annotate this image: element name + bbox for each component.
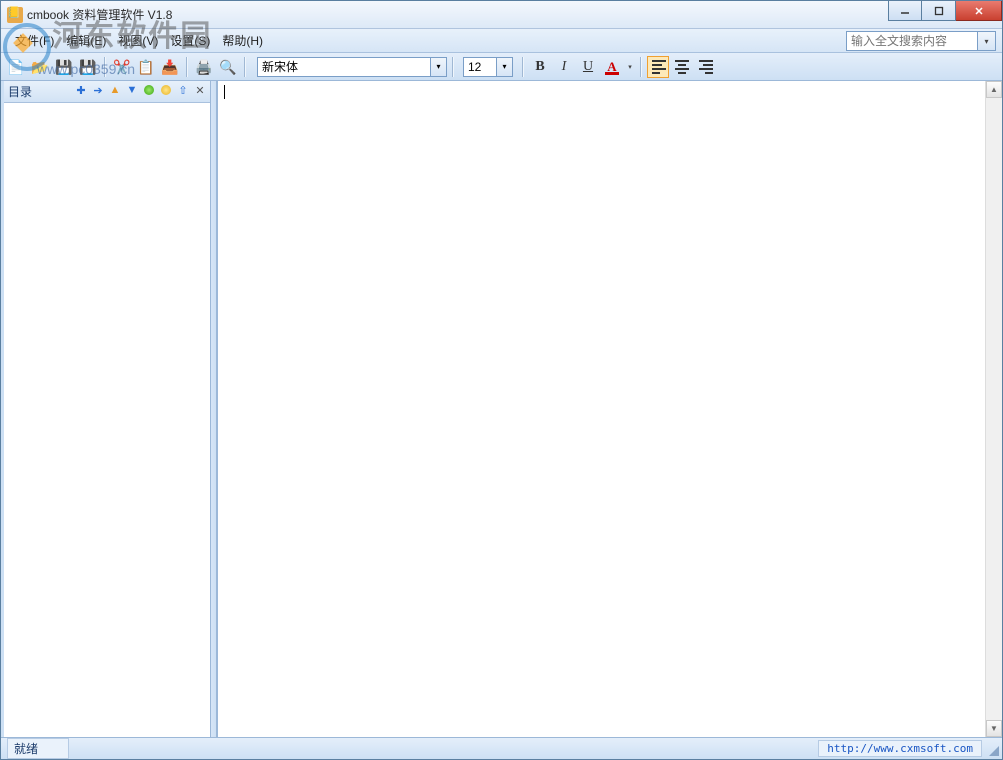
copy-icon: 📋	[137, 60, 154, 74]
sidebar-pin-button[interactable]: ⇧	[175, 82, 191, 98]
toolbar-separator	[104, 57, 106, 77]
toolbar: 📄 📂 💾 💾 ✂️ 📋 📥 🖨️ 🔍 新宋体 ▾ 12 ▾ B I U A ▾	[1, 53, 1002, 81]
resize-grip-icon[interactable]	[986, 743, 1000, 757]
sidebar-title: 目录	[8, 83, 32, 100]
tree-yellow-button[interactable]	[158, 82, 174, 98]
search-input[interactable]	[846, 31, 978, 51]
menu-settings[interactable]: 设置(S)	[164, 29, 216, 52]
sidebar: 目录 ✚ ➔ ▲ ▼ ⇧ ✕	[1, 81, 211, 737]
font-color-dropdown[interactable]: ▾	[625, 56, 635, 78]
window-controls	[888, 1, 1002, 21]
cut-button[interactable]: ✂️	[111, 56, 133, 78]
italic-button[interactable]: I	[553, 56, 575, 78]
save-icon: 💾	[55, 60, 72, 74]
chevron-down-icon: ▾	[496, 58, 512, 76]
tree-green-button[interactable]	[141, 82, 157, 98]
new-icon: 📄	[7, 60, 24, 74]
tree-add-button[interactable]: ✚	[73, 82, 89, 98]
green-dot-icon	[144, 85, 154, 95]
sidebar-tools: ✚ ➔ ▲ ▼ ⇧ ✕	[73, 82, 208, 98]
statusbar: 就绪 http://www.cxmsoft.com	[1, 737, 1002, 759]
align-left-button[interactable]	[647, 56, 669, 78]
toolbar-separator	[522, 57, 524, 77]
preview-icon: 🔍	[219, 60, 236, 74]
menu-help[interactable]: 帮助(H)	[216, 29, 269, 52]
status-url[interactable]: http://www.cxmsoft.com	[818, 740, 982, 757]
bold-button[interactable]: B	[529, 56, 551, 78]
new-button[interactable]: 📄	[5, 56, 27, 78]
tree-up-button[interactable]: ▲	[107, 82, 123, 98]
yellow-dot-icon	[161, 85, 171, 95]
font-family-select[interactable]: 新宋体 ▾	[257, 57, 447, 77]
tree-down-button[interactable]: ▼	[124, 82, 140, 98]
open-button[interactable]: 📂	[29, 56, 51, 78]
search-dropdown-icon[interactable]: ▾	[978, 31, 996, 51]
main-body: 目录 ✚ ➔ ▲ ▼ ⇧ ✕ ▲ ▼	[1, 81, 1002, 737]
minimize-button[interactable]	[888, 1, 922, 21]
editor-area[interactable]: ▲ ▼	[217, 81, 1002, 737]
folder-open-icon: 📂	[31, 60, 48, 74]
save-all-icon: 💾	[79, 60, 96, 74]
font-color-bar-icon	[605, 72, 619, 75]
tree-next-button[interactable]: ➔	[90, 82, 106, 98]
font-color-button[interactable]: A	[601, 56, 623, 78]
underline-button[interactable]: U	[577, 56, 599, 78]
app-icon	[7, 7, 23, 23]
window-title: cmbook 资料管理软件 V1.8	[27, 6, 172, 23]
menu-edit[interactable]: 编辑(E)	[60, 29, 112, 52]
menu-view[interactable]: 视图(V)	[112, 29, 164, 52]
sidebar-close-button[interactable]: ✕	[192, 82, 208, 98]
font-size-value: 12	[468, 60, 481, 74]
print-icon: 🖨️	[195, 60, 212, 74]
print-button[interactable]: 🖨️	[193, 56, 215, 78]
text-cursor	[224, 85, 225, 99]
search-wrap: ▾	[846, 31, 996, 51]
toolbar-separator	[186, 57, 188, 77]
editor-scrollbar[interactable]: ▲ ▼	[985, 81, 1002, 737]
paste-button[interactable]: 📥	[159, 56, 181, 78]
print-preview-button[interactable]: 🔍	[217, 56, 239, 78]
font-family-value: 新宋体	[262, 58, 298, 75]
scroll-up-icon[interactable]: ▲	[986, 81, 1002, 98]
toolbar-separator	[640, 57, 642, 77]
copy-button[interactable]: 📋	[135, 56, 157, 78]
toolbar-separator	[244, 57, 246, 77]
toolbar-separator	[452, 57, 454, 77]
scroll-down-icon[interactable]: ▼	[986, 720, 1002, 737]
sidebar-header: 目录 ✚ ➔ ▲ ▼ ⇧ ✕	[4, 81, 210, 103]
status-ready: 就绪	[7, 738, 69, 759]
close-button[interactable]	[956, 1, 1002, 21]
maximize-button[interactable]	[922, 1, 956, 21]
menu-file[interactable]: 文件(F)	[9, 29, 60, 52]
chevron-down-icon: ▾	[430, 58, 446, 76]
save-all-button[interactable]: 💾	[77, 56, 99, 78]
titlebar: cmbook 资料管理软件 V1.8	[1, 1, 1002, 29]
paste-icon: 📥	[161, 60, 178, 74]
tree-view[interactable]	[4, 103, 210, 737]
cut-icon: ✂️	[113, 60, 130, 74]
save-button[interactable]: 💾	[53, 56, 75, 78]
align-center-button[interactable]	[671, 56, 693, 78]
font-size-select[interactable]: 12 ▾	[463, 57, 513, 77]
align-right-button[interactable]	[695, 56, 717, 78]
